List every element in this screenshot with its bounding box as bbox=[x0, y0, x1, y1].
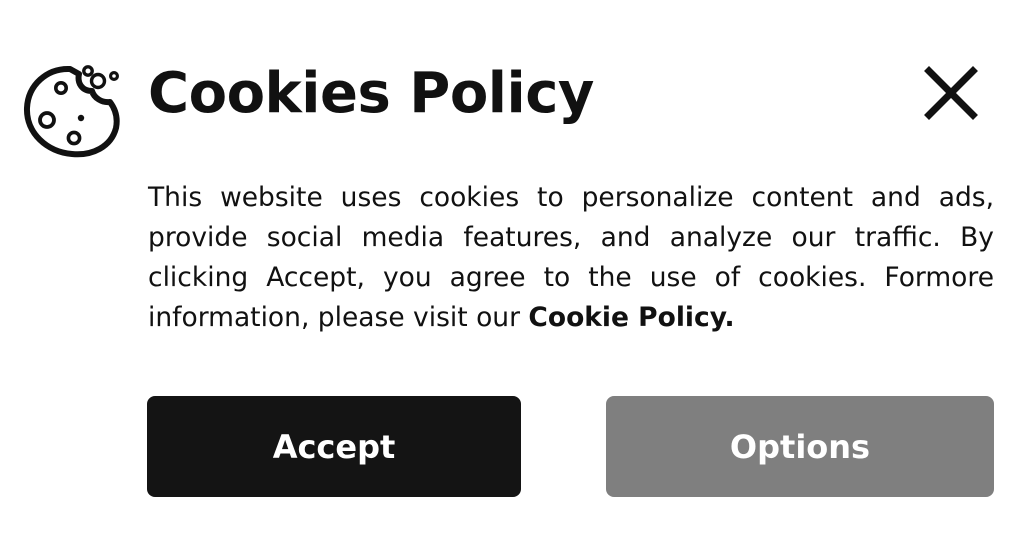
close-icon bbox=[924, 66, 978, 120]
consent-message: This website uses cookies to personalize… bbox=[148, 178, 994, 338]
cookie-policy-link[interactable]: Cookie Policy. bbox=[528, 302, 734, 333]
accept-button[interactable]: Accept bbox=[147, 396, 521, 497]
options-button[interactable]: Options bbox=[606, 396, 994, 497]
dialog-title: Cookies Policy bbox=[148, 61, 594, 126]
close-button[interactable] bbox=[922, 64, 980, 122]
cookie-icon bbox=[22, 58, 122, 158]
